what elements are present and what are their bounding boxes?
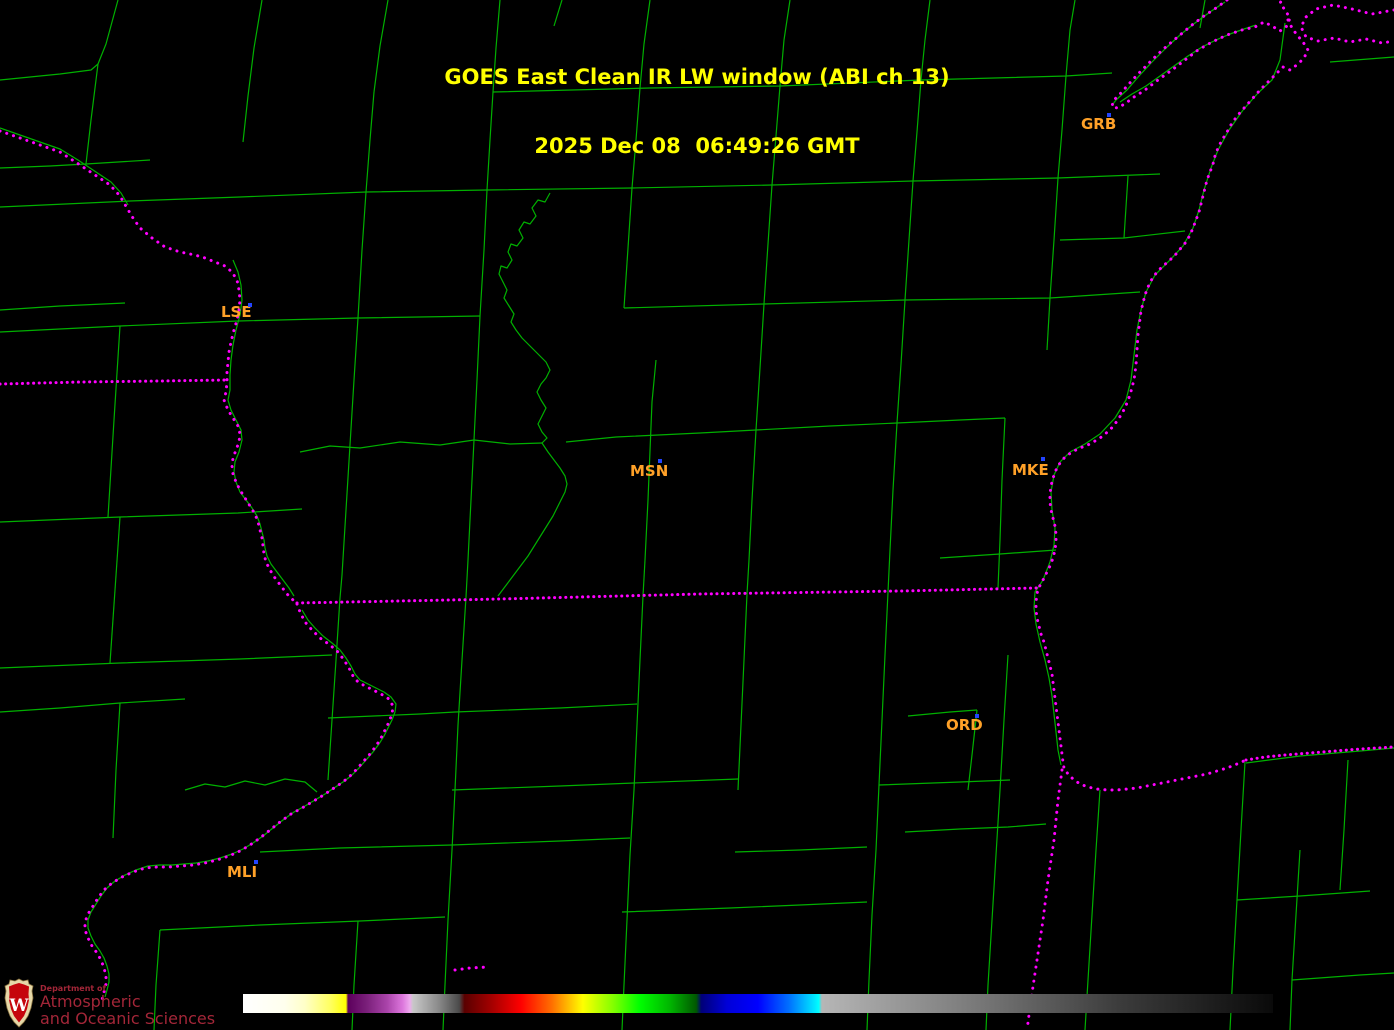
- mississippi-river-border-lower: [83, 602, 395, 1002]
- ir-temperature-colorbar: [243, 994, 1273, 1013]
- lake-south-shore-border: [1244, 745, 1394, 762]
- title-line-product: GOES East Clean IR LW window (ABI ch 13): [444, 65, 950, 89]
- station-dot-GRB: [1107, 113, 1111, 117]
- station-dot-MLI: [254, 860, 258, 864]
- wi-il-border: [295, 586, 1039, 605]
- il-in-border: [1025, 768, 1064, 1030]
- station-label-ORD: ORD: [946, 716, 983, 734]
- mn-ia-border: [0, 378, 229, 386]
- logo-name-line1: Atmospheric: [40, 992, 141, 1011]
- logo-name-line2: and Oceanic Sciences: [40, 1009, 216, 1028]
- station-label-MSN: MSN: [630, 462, 669, 480]
- station-label-MKE: MKE: [1012, 461, 1049, 479]
- station-dot-MSN: [658, 459, 662, 463]
- title-line-timestamp: 2025 Dec 08 06:49:26 GMT: [534, 134, 860, 158]
- uw-crest-icon: W: [4, 978, 34, 1028]
- station-dot-ORD: [975, 714, 979, 718]
- station-dot-MKE: [1041, 457, 1045, 461]
- uw-aos-logo: W Department of Atmospheric and Oceanic …: [4, 978, 215, 1028]
- station-label-LSE: LSE: [221, 303, 252, 321]
- logo-text: Department of Atmospheric and Oceanic Sc…: [40, 984, 215, 1027]
- crest-letter: W: [8, 996, 29, 1016]
- station-dot-LSE: [248, 303, 252, 307]
- station-label-MLI: MLI: [227, 863, 258, 881]
- station-label-GRB: GRB: [1081, 115, 1117, 133]
- image-title: GOES East Clean IR LW window (ABI ch 13)…: [0, 20, 1394, 204]
- border-fragment: [453, 965, 490, 972]
- satellite-image-viewport: GOES East Clean IR LW window (ABI ch 13)…: [0, 0, 1394, 1030]
